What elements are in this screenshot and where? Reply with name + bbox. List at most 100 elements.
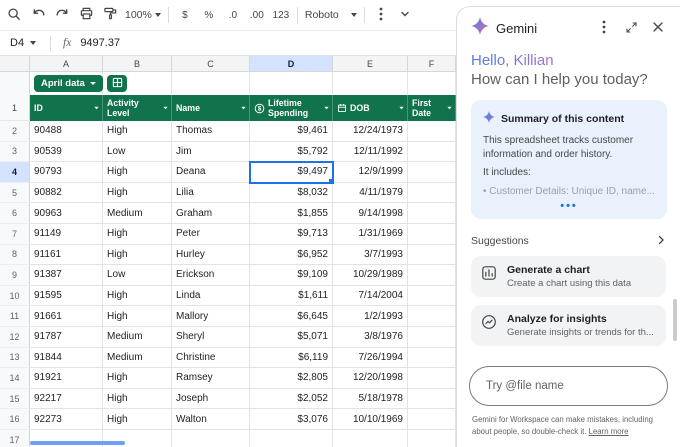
column-letter-E[interactable]: E (333, 56, 408, 72)
cell[interactable]: Erickson (172, 265, 250, 286)
cell[interactable] (408, 183, 456, 204)
cell[interactable]: Deana (172, 162, 250, 183)
column-menu-caret-icon[interactable] (323, 105, 330, 112)
cell[interactable] (408, 224, 456, 245)
cell[interactable]: Low (103, 265, 172, 286)
table-menu-button[interactable] (107, 75, 127, 92)
cell[interactable]: 91387 (30, 265, 103, 286)
cell[interactable]: High (103, 286, 172, 307)
zoom-select[interactable]: 100% (122, 3, 164, 27)
cell[interactable]: 12/24/1973 (333, 121, 408, 142)
cell[interactable]: High (103, 306, 172, 327)
formula-value[interactable]: 9497.37 (80, 37, 120, 49)
cell[interactable]: 90793 (30, 162, 103, 183)
paint-format-button[interactable] (98, 3, 122, 27)
cell[interactable]: 91661 (30, 306, 103, 327)
cell[interactable]: 91787 (30, 327, 103, 348)
select-all-corner[interactable] (0, 56, 30, 72)
cell[interactable]: Medium (103, 327, 172, 348)
cell[interactable] (408, 142, 456, 163)
row-number-10[interactable]: 10 (0, 286, 30, 307)
cell[interactable]: 7/14/2004 (333, 286, 408, 307)
column-letter-A[interactable]: A (30, 56, 103, 72)
suggestion-card-insights[interactable]: Analyze for insightsGenerate insights or… (471, 305, 666, 346)
cell[interactable]: Medium (103, 348, 172, 369)
cell[interactable]: 91149 (30, 224, 103, 245)
cell[interactable]: Linda (172, 286, 250, 307)
print-button[interactable] (74, 3, 98, 27)
cell[interactable]: High (103, 183, 172, 204)
toolbar-collapse-button[interactable] (393, 3, 417, 27)
cell[interactable]: 91161 (30, 245, 103, 266)
row-number-1[interactable]: 1 (0, 95, 30, 121)
row-number-17[interactable]: 17 (0, 430, 30, 447)
cell[interactable]: $3,076 (250, 409, 333, 430)
cell[interactable]: Walton (172, 409, 250, 430)
name-box[interactable]: D4 (0, 37, 44, 49)
redo-button[interactable] (50, 3, 74, 27)
cell[interactable]: Medium (103, 203, 172, 224)
gemini-input[interactable] (474, 380, 663, 392)
cell[interactable]: 10/10/1969 (333, 409, 408, 430)
cell[interactable]: High (103, 162, 172, 183)
row-number-9[interactable]: 9 (0, 265, 30, 286)
cell[interactable] (408, 245, 456, 266)
cell[interactable]: $9,109 (250, 265, 333, 286)
cell[interactable] (408, 409, 456, 430)
row-number-5[interactable]: 5 (0, 183, 30, 204)
panel-more-button[interactable] (594, 19, 614, 39)
column-menu-caret-icon[interactable] (446, 105, 453, 112)
cell[interactable]: $2,052 (250, 389, 333, 410)
cell[interactable] (408, 306, 456, 327)
cell[interactable]: 90488 (30, 121, 103, 142)
horizontal-scrollbar-thumb[interactable] (30, 441, 125, 445)
summary-more-button[interactable]: ••• (483, 200, 655, 212)
currency-format-button[interactable]: $ (173, 3, 197, 27)
menu-search-button[interactable] (2, 3, 26, 27)
cell[interactable]: 92217 (30, 389, 103, 410)
cell[interactable] (408, 203, 456, 224)
cell[interactable]: 12/9/1999 (333, 162, 408, 183)
cell[interactable]: Ramsey (172, 368, 250, 389)
column-menu-caret-icon[interactable] (398, 105, 405, 112)
cell[interactable]: Sheryl (172, 327, 250, 348)
cell[interactable]: 9/14/1998 (333, 203, 408, 224)
fill-handle[interactable] (328, 178, 333, 183)
table-header-dob[interactable]: DOB (333, 95, 408, 121)
gemini-input-pill[interactable] (469, 366, 668, 406)
table-header-activity-level[interactable]: Activity Level (103, 95, 172, 121)
cell[interactable]: Mallory (172, 306, 250, 327)
row-number-16[interactable]: 16 (0, 409, 30, 430)
increase-decimal-button[interactable]: .00 (245, 3, 269, 27)
row-number-6[interactable]: 6 (0, 203, 30, 224)
row-number-4[interactable]: 4 (0, 162, 30, 183)
learn-more-link[interactable]: Learn more (589, 427, 629, 436)
table-name-chip[interactable]: April data (34, 75, 103, 92)
column-letter-D[interactable]: D (250, 56, 333, 72)
cell[interactable]: 91595 (30, 286, 103, 307)
more-toolbar-button[interactable] (369, 3, 393, 27)
cell[interactable] (408, 162, 456, 183)
row-number-8[interactable]: 8 (0, 245, 30, 266)
undo-button[interactable] (26, 3, 50, 27)
suggestions-chevron-icon[interactable] (656, 232, 666, 250)
cell[interactable] (408, 286, 456, 307)
percent-format-button[interactable]: % (197, 3, 221, 27)
row-number-14[interactable]: 14 (0, 368, 30, 389)
cell[interactable]: $5,071 (250, 327, 333, 348)
cell[interactable]: 1/2/1993 (333, 306, 408, 327)
cell[interactable]: $1,855 (250, 203, 333, 224)
cell[interactable] (408, 389, 456, 410)
cell[interactable]: 12/20/1998 (333, 368, 408, 389)
cell[interactable]: 7/26/1994 (333, 348, 408, 369)
cell[interactable]: High (103, 245, 172, 266)
column-menu-caret-icon[interactable] (240, 105, 247, 112)
panel-close-button[interactable] (648, 19, 668, 39)
row-number-7[interactable]: 7 (0, 224, 30, 245)
column-menu-caret-icon[interactable] (93, 105, 100, 112)
cell[interactable] (408, 121, 456, 142)
cell[interactable] (408, 348, 456, 369)
row-number-13[interactable]: 13 (0, 348, 30, 369)
cell[interactable]: $9,497 (250, 162, 333, 183)
cell[interactable]: 3/7/1993 (333, 245, 408, 266)
